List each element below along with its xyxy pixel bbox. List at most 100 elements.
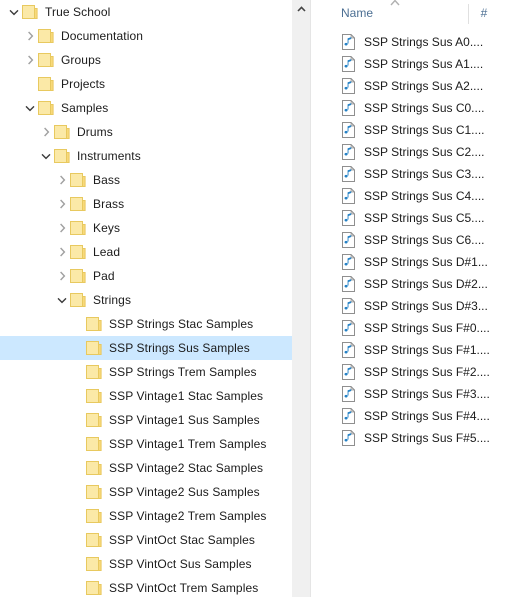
tree-item-brass[interactable]: Brass: [0, 192, 310, 216]
file-list-item[interactable]: SSP Strings Sus D#2...: [327, 273, 517, 295]
file-list-item[interactable]: SSP Strings Sus A1....: [327, 53, 517, 75]
folder-icon: [86, 461, 102, 475]
file-name-label: SSP Strings Sus C0....: [364, 101, 485, 115]
chevron-up-icon: [297, 5, 306, 12]
tree-item-projects[interactable]: Projects: [0, 72, 310, 96]
file-list-item[interactable]: SSP Strings Sus C0....: [327, 97, 517, 119]
file-list-item[interactable]: SSP Strings Sus A0....: [327, 31, 517, 53]
tree-item-drums[interactable]: Drums: [0, 120, 310, 144]
tree-item-bass[interactable]: Bass: [0, 168, 310, 192]
audio-file-icon: [341, 342, 357, 358]
tree-item-ssp-vintage1-sus-samples[interactable]: SSP Vintage1 Sus Samples: [0, 408, 310, 432]
expand-toggle-open[interactable]: [38, 144, 54, 168]
folder-icon: [70, 220, 88, 236]
tree-item-label: SSP Strings Stac Samples: [109, 317, 254, 331]
tree-item-ssp-vintoct-stac-samples[interactable]: SSP VintOct Stac Samples: [0, 528, 310, 552]
expand-toggle-closed[interactable]: [22, 24, 38, 48]
column-header-number[interactable]: #: [469, 0, 499, 24]
expand-toggle-open[interactable]: [54, 288, 70, 312]
audio-file-icon: [342, 232, 356, 248]
expand-toggle-placeholder: [70, 432, 86, 456]
file-list-item[interactable]: SSP Strings Sus C2....: [327, 141, 517, 163]
expand-toggle-placeholder: [22, 72, 38, 96]
file-list-item[interactable]: SSP Strings Sus C4....: [327, 185, 517, 207]
tree-item-instruments[interactable]: Instruments: [0, 144, 310, 168]
chevron-down-icon: [9, 9, 19, 15]
folder-icon: [86, 436, 104, 452]
file-list-item[interactable]: SSP Strings Sus F#4....: [327, 405, 517, 427]
file-name-label: SSP Strings Sus A2....: [364, 79, 484, 93]
file-list-item[interactable]: SSP Strings Sus D#1...: [327, 251, 517, 273]
folder-icon: [38, 77, 54, 91]
expand-toggle-closed[interactable]: [54, 240, 70, 264]
tree-item-ssp-vintage2-trem-samples[interactable]: SSP Vintage2 Trem Samples: [0, 504, 310, 528]
file-list-item[interactable]: SSP Strings Sus C1....: [327, 119, 517, 141]
folder-icon: [38, 101, 54, 115]
tree-item-ssp-strings-stac-samples[interactable]: SSP Strings Stac Samples: [0, 312, 310, 336]
tree-item-ssp-vintage1-stac-samples[interactable]: SSP Vintage1 Stac Samples: [0, 384, 310, 408]
file-list-item[interactable]: SSP Strings Sus F#0....: [327, 317, 517, 339]
expand-toggle-closed[interactable]: [54, 192, 70, 216]
audio-file-icon: [342, 78, 356, 94]
chevron-right-icon: [27, 55, 33, 65]
folder-icon: [22, 4, 40, 20]
chevron-right-icon: [27, 31, 33, 41]
tree-item-true-school[interactable]: True School: [0, 0, 310, 24]
tree-item-label: SSP VintOct Sus Samples: [109, 557, 252, 571]
folder-icon: [70, 292, 88, 308]
file-list: SSP Strings Sus A0.... SSP Strings Sus A1…: [327, 31, 517, 449]
folder-icon: [86, 580, 104, 596]
tree-item-strings[interactable]: Strings: [0, 288, 310, 312]
tree-item-pad[interactable]: Pad: [0, 264, 310, 288]
tree-item-ssp-strings-trem-samples[interactable]: SSP Strings Trem Samples: [0, 360, 310, 384]
folder-icon: [70, 196, 88, 212]
audio-file-icon: [342, 430, 356, 446]
audio-file-icon: [341, 386, 357, 402]
tree-item-ssp-vintage2-stac-samples[interactable]: SSP Vintage2 Stac Samples: [0, 456, 310, 480]
expand-toggle-closed[interactable]: [22, 48, 38, 72]
file-list-item[interactable]: SSP Strings Sus D#3...: [327, 295, 517, 317]
folder-icon: [86, 556, 104, 572]
file-list-item[interactable]: SSP Strings Sus F#1....: [327, 339, 517, 361]
tree-item-groups[interactable]: Groups: [0, 48, 310, 72]
expand-toggle-open[interactable]: [22, 96, 38, 120]
folder-icon: [86, 317, 102, 331]
tree-item-ssp-vintage2-sus-samples[interactable]: SSP Vintage2 Sus Samples: [0, 480, 310, 504]
tree-item-ssp-strings-sus-samples[interactable]: SSP Strings Sus Samples: [0, 336, 310, 360]
expand-toggle-closed[interactable]: [54, 264, 70, 288]
expand-toggle-closed[interactable]: [38, 120, 54, 144]
expand-toggle-closed[interactable]: [54, 216, 70, 240]
folder-icon: [70, 269, 86, 283]
file-list-item[interactable]: SSP Strings Sus F#3....: [327, 383, 517, 405]
file-list-item[interactable]: SSP Strings Sus F#5....: [327, 427, 517, 449]
file-list-item[interactable]: SSP Strings Sus C3....: [327, 163, 517, 185]
file-name-label: SSP Strings Sus C3....: [364, 167, 485, 181]
expand-toggle-closed[interactable]: [54, 168, 70, 192]
tree-item-keys[interactable]: Keys: [0, 216, 310, 240]
tree-item-ssp-vintoct-trem-samples[interactable]: SSP VintOct Trem Samples: [0, 576, 310, 597]
folder-icon: [86, 581, 102, 595]
audio-file-icon: [342, 122, 356, 138]
tree-item-label: SSP Vintage2 Trem Samples: [109, 509, 267, 523]
tree-item-documentation[interactable]: Documentation: [0, 24, 310, 48]
audio-file-icon: [342, 320, 356, 336]
folder-icon: [86, 557, 102, 571]
tree-item-ssp-vintoct-sus-samples[interactable]: SSP VintOct Sus Samples: [0, 552, 310, 576]
tree-item-label: SSP VintOct Stac Samples: [109, 533, 256, 547]
file-name-label: SSP Strings Sus C5....: [364, 211, 485, 225]
tree-item-ssp-vintage1-trem-samples[interactable]: SSP Vintage1 Trem Samples: [0, 432, 310, 456]
tree-item-lead[interactable]: Lead: [0, 240, 310, 264]
folder-icon: [70, 268, 88, 284]
tree-item-samples[interactable]: Samples: [0, 96, 310, 120]
nav-pane-scrollbar[interactable]: [292, 0, 310, 597]
scroll-up-button[interactable]: [293, 0, 310, 17]
file-list-item[interactable]: SSP Strings Sus C5....: [327, 207, 517, 229]
file-list-item[interactable]: SSP Strings Sus F#2....: [327, 361, 517, 383]
file-list-item[interactable]: SSP Strings Sus C6....: [327, 229, 517, 251]
file-name-label: SSP Strings Sus C6....: [364, 233, 485, 247]
expand-toggle-open[interactable]: [6, 0, 22, 24]
audio-file-icon: [342, 56, 356, 72]
folder-icon: [70, 173, 86, 187]
file-name-label: SSP Strings Sus D#1...: [364, 255, 488, 269]
file-list-item[interactable]: SSP Strings Sus A2....: [327, 75, 517, 97]
